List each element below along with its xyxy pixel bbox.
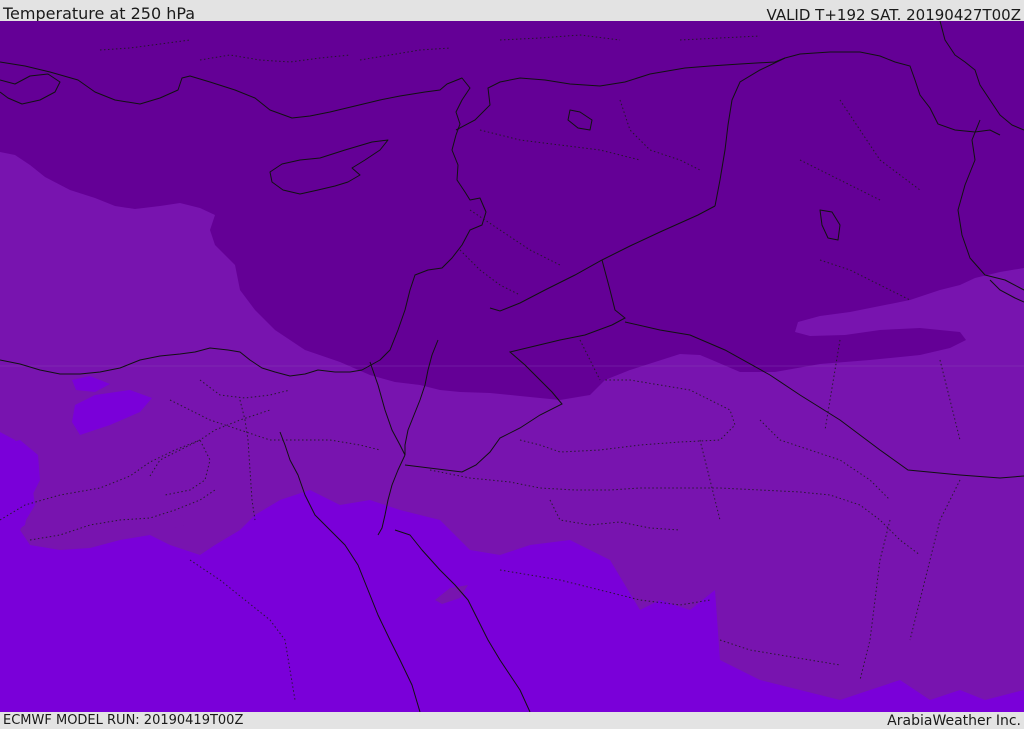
model-run-label: ECMWF MODEL RUN: 20190419T00Z (3, 713, 244, 728)
header-bar: Temperature at 250 hPa VALID T+192 SAT. … (0, 0, 1024, 24)
footer-bar: ECMWF MODEL RUN: 20190419T00Z ArabiaWeat… (0, 712, 1024, 729)
weather-map-frame: Temperature at 250 hPa VALID T+192 SAT. … (0, 0, 1024, 729)
map-panel[interactable] (0, 21, 1024, 712)
credit-label: ArabiaWeather Inc. (887, 713, 1021, 729)
temperature-map (0, 21, 1024, 712)
